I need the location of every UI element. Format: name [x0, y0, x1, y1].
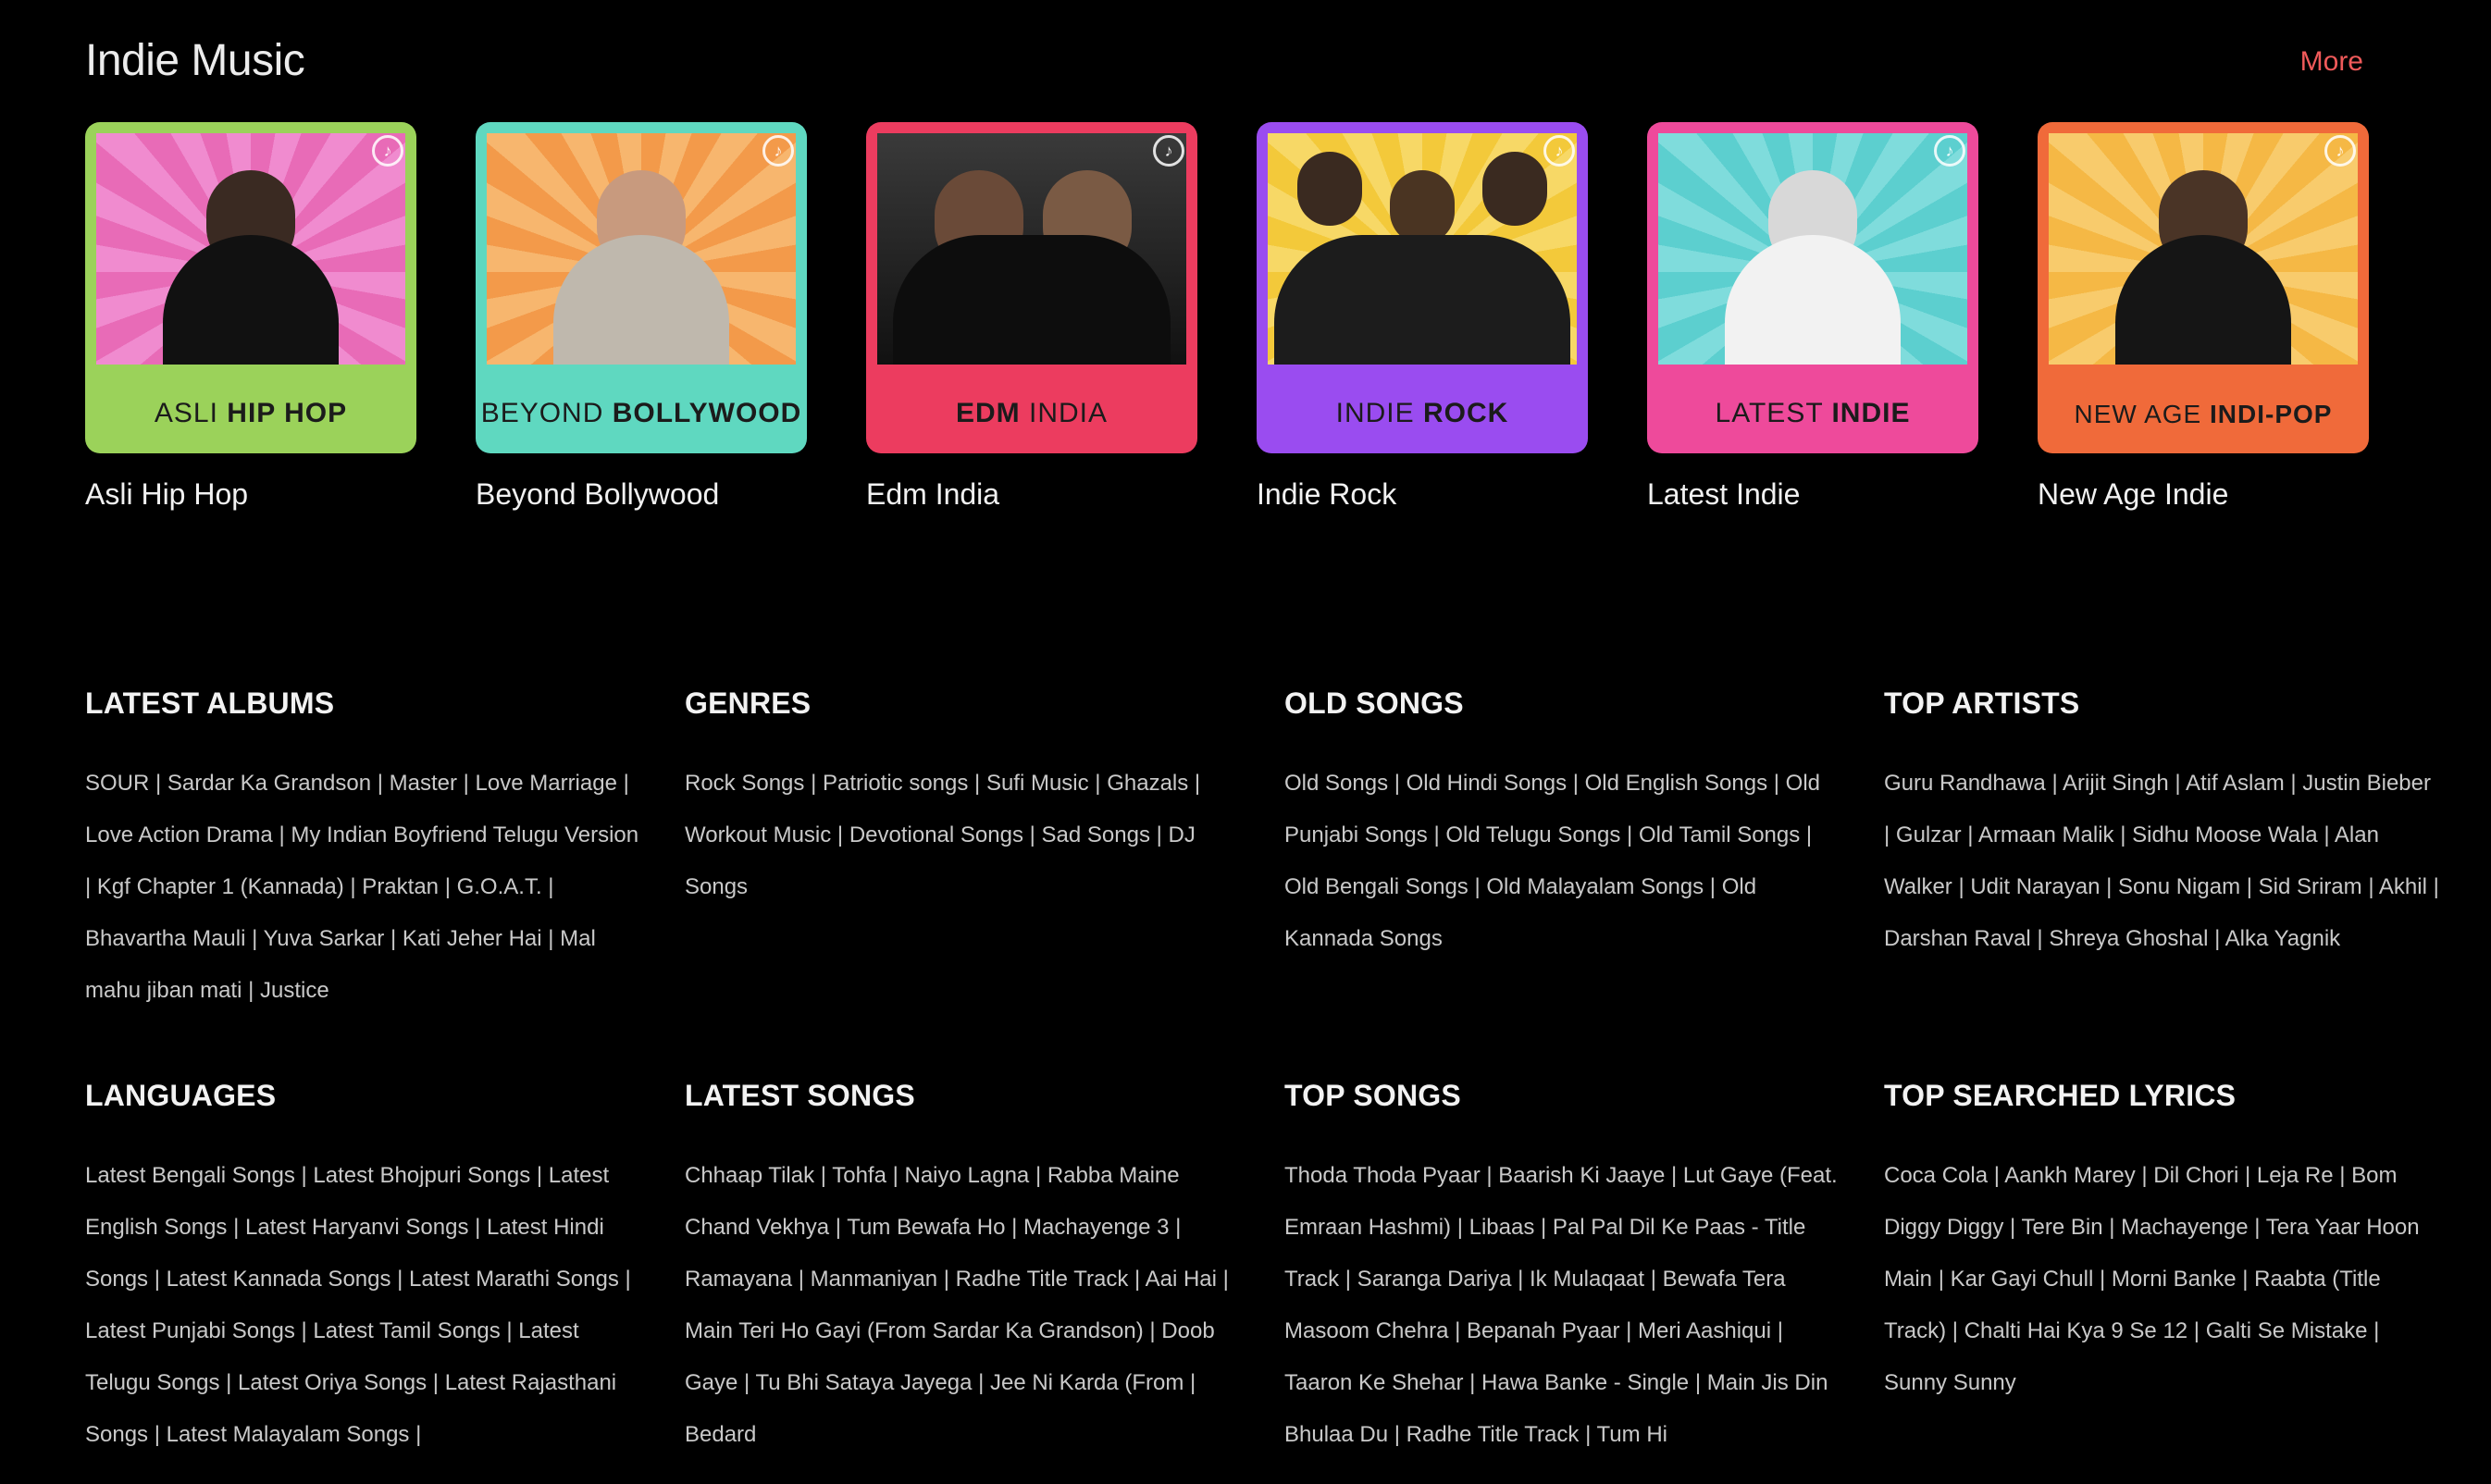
playlist-cover[interactable]: ♪ ASLI HIP HOP — [85, 122, 416, 453]
playlist-cover[interactable]: ♪ LATEST INDIE — [1647, 122, 1978, 453]
column-links[interactable]: Rock Songs | Patriotic songs | Sufi Musi… — [685, 758, 1240, 913]
playlist-title[interactable]: Beyond Bollywood — [476, 477, 719, 512]
playlist-card[interactable]: ♪ BEYOND BOLLYWOOD Beyond Bollywood — [476, 122, 807, 511]
music-note-icon: ♪ — [1543, 135, 1575, 167]
column-heading: LANGUAGES — [85, 1079, 277, 1112]
section-title: Indie Music — [85, 36, 305, 85]
old-songs-column: OLD SONGS Old Songs | Old Hindi Songs | … — [1284, 686, 1840, 965]
cover-label: LATEST INDIE — [1715, 398, 1911, 428]
top-artists-column: TOP ARTISTS Guru Randhawa | Arijit Singh… — [1884, 686, 2439, 965]
column-links[interactable]: Latest Bengali Songs | Latest Bhojpuri S… — [85, 1150, 640, 1461]
genres-column: GENRES Rock Songs | Patriotic songs | Su… — [685, 686, 1240, 913]
cover-artwork — [1658, 133, 1967, 365]
playlist-cards: ♪ ASLI HIP HOP Asli Hip Hop ♪ BEYOND BOL… — [85, 122, 2398, 529]
cover-artwork — [2049, 133, 2358, 365]
playlist-card[interactable]: ♪ ASLI HIP HOP Asli Hip Hop — [85, 122, 416, 511]
cover-artwork — [877, 133, 1186, 365]
cover-label: ASLI HIP HOP — [154, 398, 348, 428]
artist-head — [1482, 152, 1548, 226]
column-links[interactable]: Old Songs | Old Hindi Songs | Old Englis… — [1284, 758, 1840, 965]
music-note-icon: ♪ — [2324, 135, 2356, 167]
column-links[interactable]: Coca Cola | Aankh Marey | Dil Chori | Le… — [1884, 1150, 2439, 1409]
playlist-cover[interactable]: ♪ NEW AGE INDI-POP — [2038, 122, 2369, 453]
artist-figure — [553, 235, 729, 365]
music-note-icon: ♪ — [1153, 135, 1184, 167]
top-songs-column: TOP SONGS Thoda Thoda Pyaar | Baarish Ki… — [1284, 1079, 1840, 1461]
playlist-cover[interactable]: ♪ INDIE ROCK — [1257, 122, 1588, 453]
column-heading: GENRES — [685, 686, 812, 720]
column-links[interactable]: SOUR | Sardar Ka Grandson | Master | Lov… — [85, 758, 640, 1017]
artist-figure — [2115, 235, 2291, 365]
music-note-icon: ♪ — [372, 135, 403, 167]
column-heading: TOP ARTISTS — [1884, 686, 2080, 720]
page: Indie Music More ♪ ASLI HIP HOP Asli Hip… — [0, 0, 2491, 1484]
artist-head — [1390, 170, 1455, 244]
playlist-title[interactable]: Latest Indie — [1647, 477, 1800, 512]
languages-column: LANGUAGES Latest Bengali Songs | Latest … — [85, 1079, 640, 1461]
playlist-cover[interactable]: ♪ EDM INDIA — [866, 122, 1197, 453]
cover-artwork — [1268, 133, 1577, 365]
playlist-title[interactable]: Indie Rock — [1257, 477, 1396, 512]
column-heading: TOP SONGS — [1284, 1079, 1461, 1112]
artist-figure — [893, 235, 1171, 365]
column-heading: TOP SEARCHED LYRICS — [1884, 1079, 2237, 1112]
artist-figure — [1725, 235, 1901, 365]
playlist-card[interactable]: ♪ INDIE ROCK Indie Rock — [1257, 122, 1588, 511]
latest-songs-column: LATEST SONGS Chhaap Tilak | Tohfa | Naiy… — [685, 1079, 1240, 1461]
latest-albums-column: LATEST ALBUMS SOUR | Sardar Ka Grandson … — [85, 686, 640, 1017]
music-note-icon: ♪ — [762, 135, 794, 167]
column-heading: LATEST ALBUMS — [85, 686, 335, 720]
cover-label: NEW AGE INDI-POP — [2074, 400, 2333, 428]
playlist-card[interactable]: ♪ LATEST INDIE Latest Indie — [1647, 122, 1978, 511]
artist-figure — [163, 235, 339, 365]
playlist-title[interactable]: Edm India — [866, 477, 999, 512]
playlist-cover[interactable]: ♪ BEYOND BOLLYWOOD — [476, 122, 807, 453]
artist-head — [1296, 152, 1362, 226]
cover-label: BEYOND BOLLYWOOD — [480, 398, 802, 428]
section-header: Indie Music More — [85, 35, 2371, 94]
cover-label: INDIE ROCK — [1335, 398, 1509, 428]
column-links[interactable]: Guru Randhawa | Arijit Singh | Atif Asla… — [1884, 758, 2439, 965]
cover-artwork — [96, 133, 405, 365]
cover-artwork — [487, 133, 796, 365]
playlist-card[interactable]: ♪ EDM INDIA Edm India — [866, 122, 1197, 511]
playlist-title[interactable]: New Age Indie — [2038, 477, 2228, 512]
artist-figure — [1274, 235, 1570, 365]
column-links[interactable]: Chhaap Tilak | Tohfa | Naiyo Lagna | Rab… — [685, 1150, 1240, 1461]
playlist-title[interactable]: Asli Hip Hop — [85, 477, 248, 512]
cover-label: EDM INDIA — [955, 398, 1109, 428]
more-link[interactable]: More — [2300, 46, 2363, 78]
playlist-card[interactable]: ♪ NEW AGE INDI-POP New Age Indie — [2038, 122, 2369, 511]
column-heading: LATEST SONGS — [685, 1079, 915, 1112]
column-links[interactable]: Thoda Thoda Pyaar | Baarish Ki Jaaye | L… — [1284, 1150, 1840, 1461]
music-note-icon: ♪ — [1934, 135, 1965, 167]
top-searched-lyrics-column: TOP SEARCHED LYRICS Coca Cola | Aankh Ma… — [1884, 1079, 2439, 1409]
column-heading: OLD SONGS — [1284, 686, 1464, 720]
